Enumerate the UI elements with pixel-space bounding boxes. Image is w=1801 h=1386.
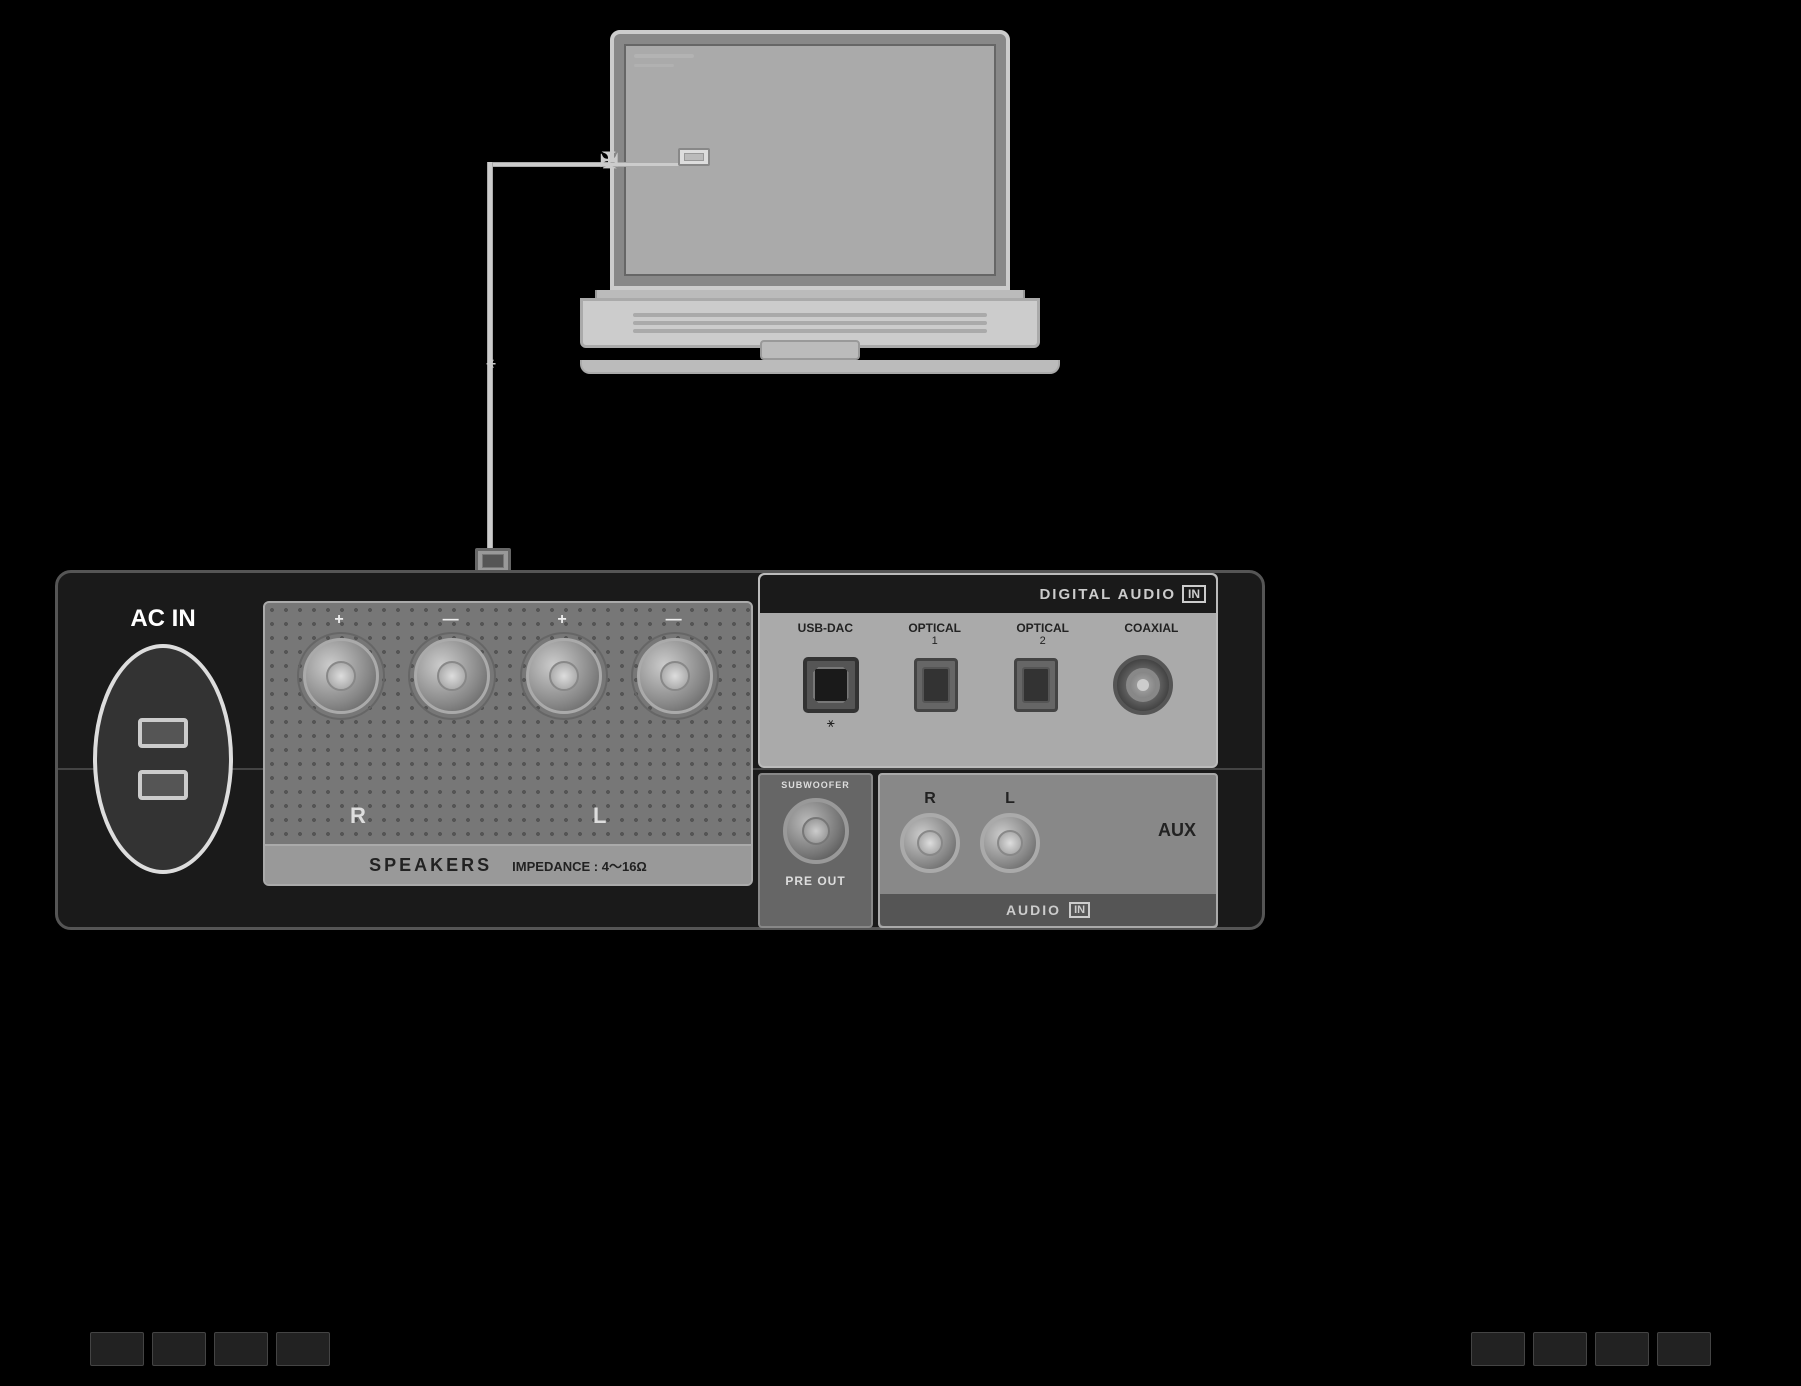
label-optical2: OPTICAL 2 (1016, 621, 1069, 647)
usb-cable-horizontal (490, 162, 690, 167)
binding-post-3 (526, 638, 602, 714)
speakers-label: SPEAKERS (369, 855, 492, 876)
vent-slot (214, 1332, 268, 1366)
audio-in-badge: IN (1069, 902, 1090, 918)
optical-port-1 (914, 658, 958, 712)
laptop-illustration (580, 30, 1040, 374)
audio-in-section: R L AUX AUDIO IN (878, 773, 1218, 928)
usb-icon-top: ✠ (600, 148, 618, 174)
coaxial-ring (1126, 668, 1160, 702)
label-optical1: OPTICAL 1 (908, 621, 961, 647)
connector-labels-row: USB-DAC OPTICAL 1 OPTICAL 2 COAXIAL (760, 613, 1216, 647)
usb-dac-port: ⚹ (803, 657, 859, 713)
impedance-label: IMPEDANCE : 4～16Ω (512, 856, 647, 875)
audio-in-label-bar: AUDIO IN (880, 894, 1216, 926)
bp-minus-1: — (443, 611, 459, 629)
usb-symbol-port: ⚹ (827, 715, 835, 731)
binding-post-1 (303, 638, 379, 714)
aux-label: AUX (1158, 820, 1196, 841)
vent-slot (1657, 1332, 1711, 1366)
pre-out-rca (783, 798, 849, 864)
ac-pin-top (138, 718, 188, 748)
vent-slot (1471, 1332, 1525, 1366)
bp-plus-1: + (334, 611, 343, 629)
speaker-channel-R: R (350, 803, 366, 829)
digital-audio-section: DIGITAL AUDIO IN USB-DAC OPTICAL 1 OPTIC… (758, 573, 1218, 768)
laptop-screen (610, 30, 1010, 290)
optical-2-inner (1022, 667, 1050, 703)
diagram-container: ✠ ⚹ AC IN + — + (0, 0, 1801, 1386)
binding-posts-row (285, 638, 731, 714)
vent-slot (276, 1332, 330, 1366)
coaxial-port (1113, 655, 1173, 715)
rca-l-label: L (1005, 790, 1015, 808)
bp-minus-2: — (666, 611, 682, 629)
optical-1-inner (922, 667, 950, 703)
digital-audio-in-badge: IN (1182, 585, 1206, 603)
usb-symbol-cable: ⚹ (477, 350, 505, 378)
ac-in-section: AC IN (78, 603, 248, 888)
ac-pin-bottom (138, 770, 188, 800)
rca-left-jack (980, 813, 1040, 873)
vent-slots-left (90, 1332, 330, 1366)
rca-left-inner (997, 830, 1023, 856)
pre-out-rca-inner (802, 817, 830, 845)
rca-r-label: R (924, 790, 936, 808)
bp-plus-2: + (557, 611, 566, 629)
vent-slot (1595, 1332, 1649, 1366)
speaker-channel-L: L (593, 803, 606, 829)
optical-port-2 (1014, 658, 1058, 712)
speakers-section: + — + — (263, 601, 753, 886)
device-chassis: AC IN + — + — (55, 570, 1265, 930)
label-coaxial: COAXIAL (1124, 621, 1178, 647)
vent-slot (152, 1332, 206, 1366)
speakers-label-bar: SPEAKERS IMPEDANCE : 4～16Ω (265, 844, 751, 884)
usb-a-connector (678, 148, 710, 166)
usb-b-inner (813, 667, 849, 703)
pre-out-label: PRE OUT (785, 874, 845, 888)
rca-right-group: R (900, 790, 960, 873)
binding-post-4 (637, 638, 713, 714)
coaxial-center (1137, 679, 1149, 691)
vent-slot (1533, 1332, 1587, 1366)
digital-audio-label-bar: DIGITAL AUDIO IN (760, 575, 1216, 613)
binding-post-2 (414, 638, 490, 714)
audio-label: AUDIO (1006, 902, 1061, 918)
label-usb-dac: USB-DAC (798, 621, 853, 647)
ac-in-label: AC IN (130, 603, 195, 634)
rca-right-inner (917, 830, 943, 856)
connectors-physical-row: ⚹ (760, 655, 1216, 715)
binding-post-labels-top: + — + — (285, 611, 731, 629)
digital-audio-text: DIGITAL AUDIO (1039, 586, 1176, 603)
subwoofer-label: SUBWOOFER (781, 780, 850, 790)
rca-left-group: L (980, 790, 1040, 873)
vent-slot (90, 1332, 144, 1366)
vent-slots-right (1471, 1332, 1711, 1366)
ac-connector (93, 644, 233, 874)
rca-right-jack (900, 813, 960, 873)
pre-out-section: SUBWOOFER PRE OUT (758, 773, 873, 928)
